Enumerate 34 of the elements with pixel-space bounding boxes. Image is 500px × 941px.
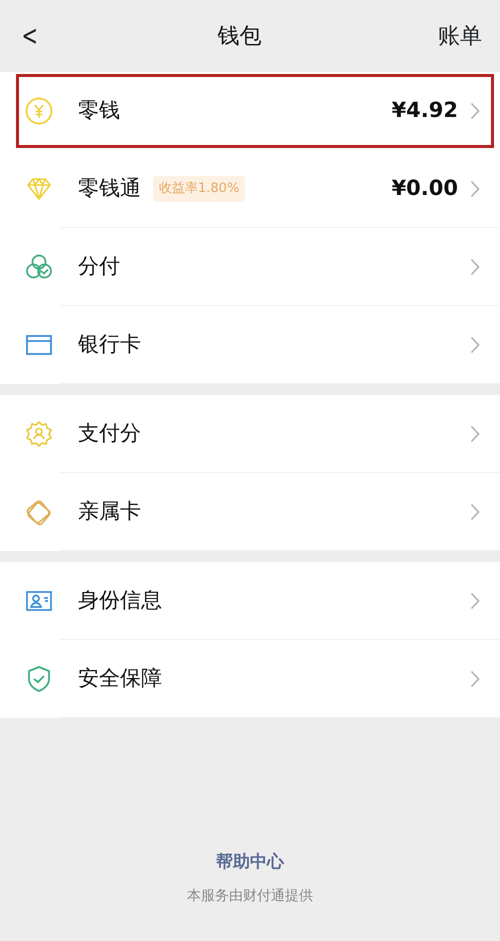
- back-button[interactable]: <: [22, 15, 38, 57]
- list-item[interactable]: 分付: [0, 228, 500, 306]
- coin-icon: [24, 96, 54, 126]
- list-item[interactable]: 银行卡: [0, 306, 500, 384]
- amount: ¥4.92: [392, 97, 458, 124]
- badge-icon: [24, 419, 54, 449]
- list-item[interactable]: 支付分: [0, 395, 500, 473]
- item-label: 零钱: [78, 97, 120, 124]
- list-item[interactable]: 亲属卡: [0, 473, 500, 551]
- item-label: 银行卡: [78, 331, 141, 358]
- item-label: 支付分: [78, 420, 141, 448]
- chevron-icon: [470, 503, 480, 521]
- list-item[interactable]: 零钱通 收益率1.80% ¥0.00: [0, 150, 500, 228]
- chevron-icon: [470, 592, 480, 610]
- amount: ¥0.00: [392, 175, 458, 202]
- item-label: 身份信息: [78, 587, 162, 614]
- chevron-icon: [470, 102, 480, 120]
- item-label: 亲属卡: [78, 498, 141, 526]
- list-item[interactable]: 零钱 ¥4.92: [14, 72, 496, 150]
- item-label: 分付: [78, 253, 120, 280]
- rate-tag: 收益率1.80%: [153, 176, 246, 202]
- provider-note: 本服务由财付通提供: [187, 886, 313, 906]
- bills-link[interactable]: 账单: [438, 20, 482, 52]
- item-label: 零钱通: [78, 175, 141, 202]
- chevron-icon: [470, 336, 480, 354]
- list-item[interactable]: 身份信息: [0, 562, 500, 640]
- page-title: 钱包: [218, 22, 262, 50]
- chevron-icon: [470, 670, 480, 688]
- item-label: 安全保障: [78, 665, 162, 692]
- chevron-icon: [470, 180, 480, 198]
- help-center-link[interactable]: 帮助中心: [216, 850, 284, 876]
- chevron-icon: [470, 425, 480, 443]
- chevron-icon: [470, 258, 480, 276]
- list-item[interactable]: 安全保障: [0, 640, 500, 718]
